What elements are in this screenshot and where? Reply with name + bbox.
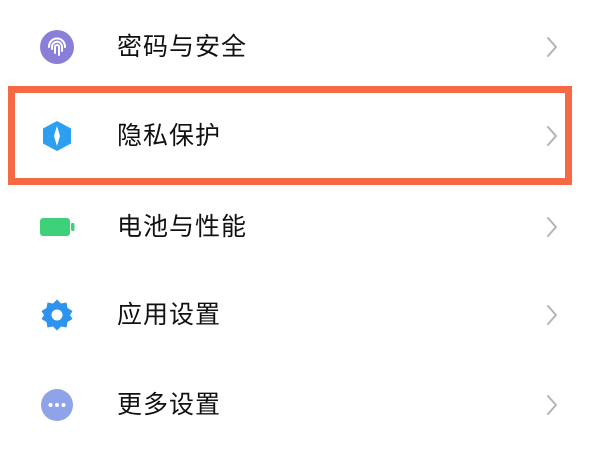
battery-icon: [38, 208, 76, 246]
settings-item-label: 密码与安全: [117, 32, 248, 61]
settings-item-label: 隐私保护: [117, 121, 222, 150]
settings-item-battery-performance[interactable]: 电池与性能: [0, 184, 600, 270]
settings-item-label: 更多设置: [117, 390, 222, 419]
settings-item-label: 应用设置: [117, 300, 222, 329]
chevron-right-icon: [540, 303, 564, 327]
chevron-right-icon: [540, 35, 564, 59]
gear-icon: [38, 296, 76, 334]
chevron-right-icon: [540, 215, 564, 239]
settings-item-more-settings[interactable]: 更多设置: [0, 362, 600, 448]
more-dots-icon: [38, 386, 76, 424]
settings-item-privacy[interactable]: 隐私保护: [0, 93, 600, 179]
privacy-shield-icon: [38, 117, 76, 155]
chevron-right-icon: [540, 393, 564, 417]
chevron-right-icon: [540, 124, 564, 148]
fingerprint-icon: [38, 28, 76, 66]
settings-item-password-security[interactable]: 密码与安全: [0, 4, 600, 90]
settings-item-app-settings[interactable]: 应用设置: [0, 272, 600, 358]
settings-item-label: 电池与性能: [117, 212, 248, 241]
settings-list: 密码与安全 隐私保护 电池与性能 应用设置 更多设置: [0, 0, 600, 450]
